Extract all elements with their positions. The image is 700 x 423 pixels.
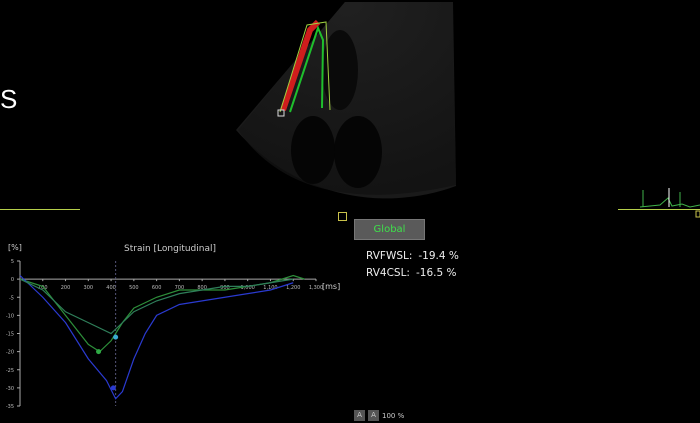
x-tick-label: 1,200 [286,285,300,291]
x-tick-label: 600 [152,285,162,291]
chamber-left [291,116,335,184]
strain-chart: 50-5-10-15-20-25-30-35100 200 300 400 500 600… [6,259,323,410]
y-tick-label: -25 [6,368,14,374]
strain-series-2 [19,275,294,400]
y-tick-label: 0 [11,277,14,283]
measurement-label: RV4CSL: [366,267,410,279]
ecg-strip [639,188,700,218]
frame-marker[interactable] [338,212,347,221]
y-tick-label: -5 [9,295,14,301]
x-tick-label: 500 [129,285,139,291]
baseline-left [0,209,80,210]
measurement-rv4csl: RV4CSL: -16.5 % [366,267,462,279]
baseline-right [618,209,700,210]
strain-marker-1 [96,349,102,355]
measurement-value: -19.4 % [418,250,459,262]
y-tick-label: -15 [6,332,14,338]
y-tick-label: 5 [11,259,14,265]
chart-ylabel: [%] [8,243,22,252]
y-tick-label: -10 [6,313,14,319]
zoom-control: A A 100 % [354,410,404,421]
view-letter: S [0,84,18,114]
chamber-right [334,116,382,188]
y-tick-label: -35 [6,404,14,410]
measurement-rvfwsl: RVFWSL: -19.4 % [366,250,465,262]
y-tick-label: -30 [6,386,14,392]
echo-viewport: 50-5-10-15-20-25-30-35100 200 300 400 500 600… [6,2,700,410]
zoom-in-button[interactable]: A [368,410,379,421]
measurement-value: -16.5 % [415,267,457,279]
chart-title: Strain [Longitudinal] [124,244,216,254]
x-tick-label: 1,300 [309,285,323,291]
global-button[interactable]: Global [354,219,425,240]
strain-marker-3 [110,385,116,391]
y-tick-label: -20 [6,350,14,356]
x-tick-label: 300 [84,285,94,291]
measurement-label: RVFWSL: [366,250,413,262]
x-tick-label: 200 [61,285,71,291]
x-tick-label: 400 [106,285,116,291]
zoom-out-button[interactable]: A [354,410,365,421]
strain-marker-2 [113,334,119,340]
chart-xunit: [ms] [322,282,341,291]
zoom-level: 100 % [382,411,405,420]
